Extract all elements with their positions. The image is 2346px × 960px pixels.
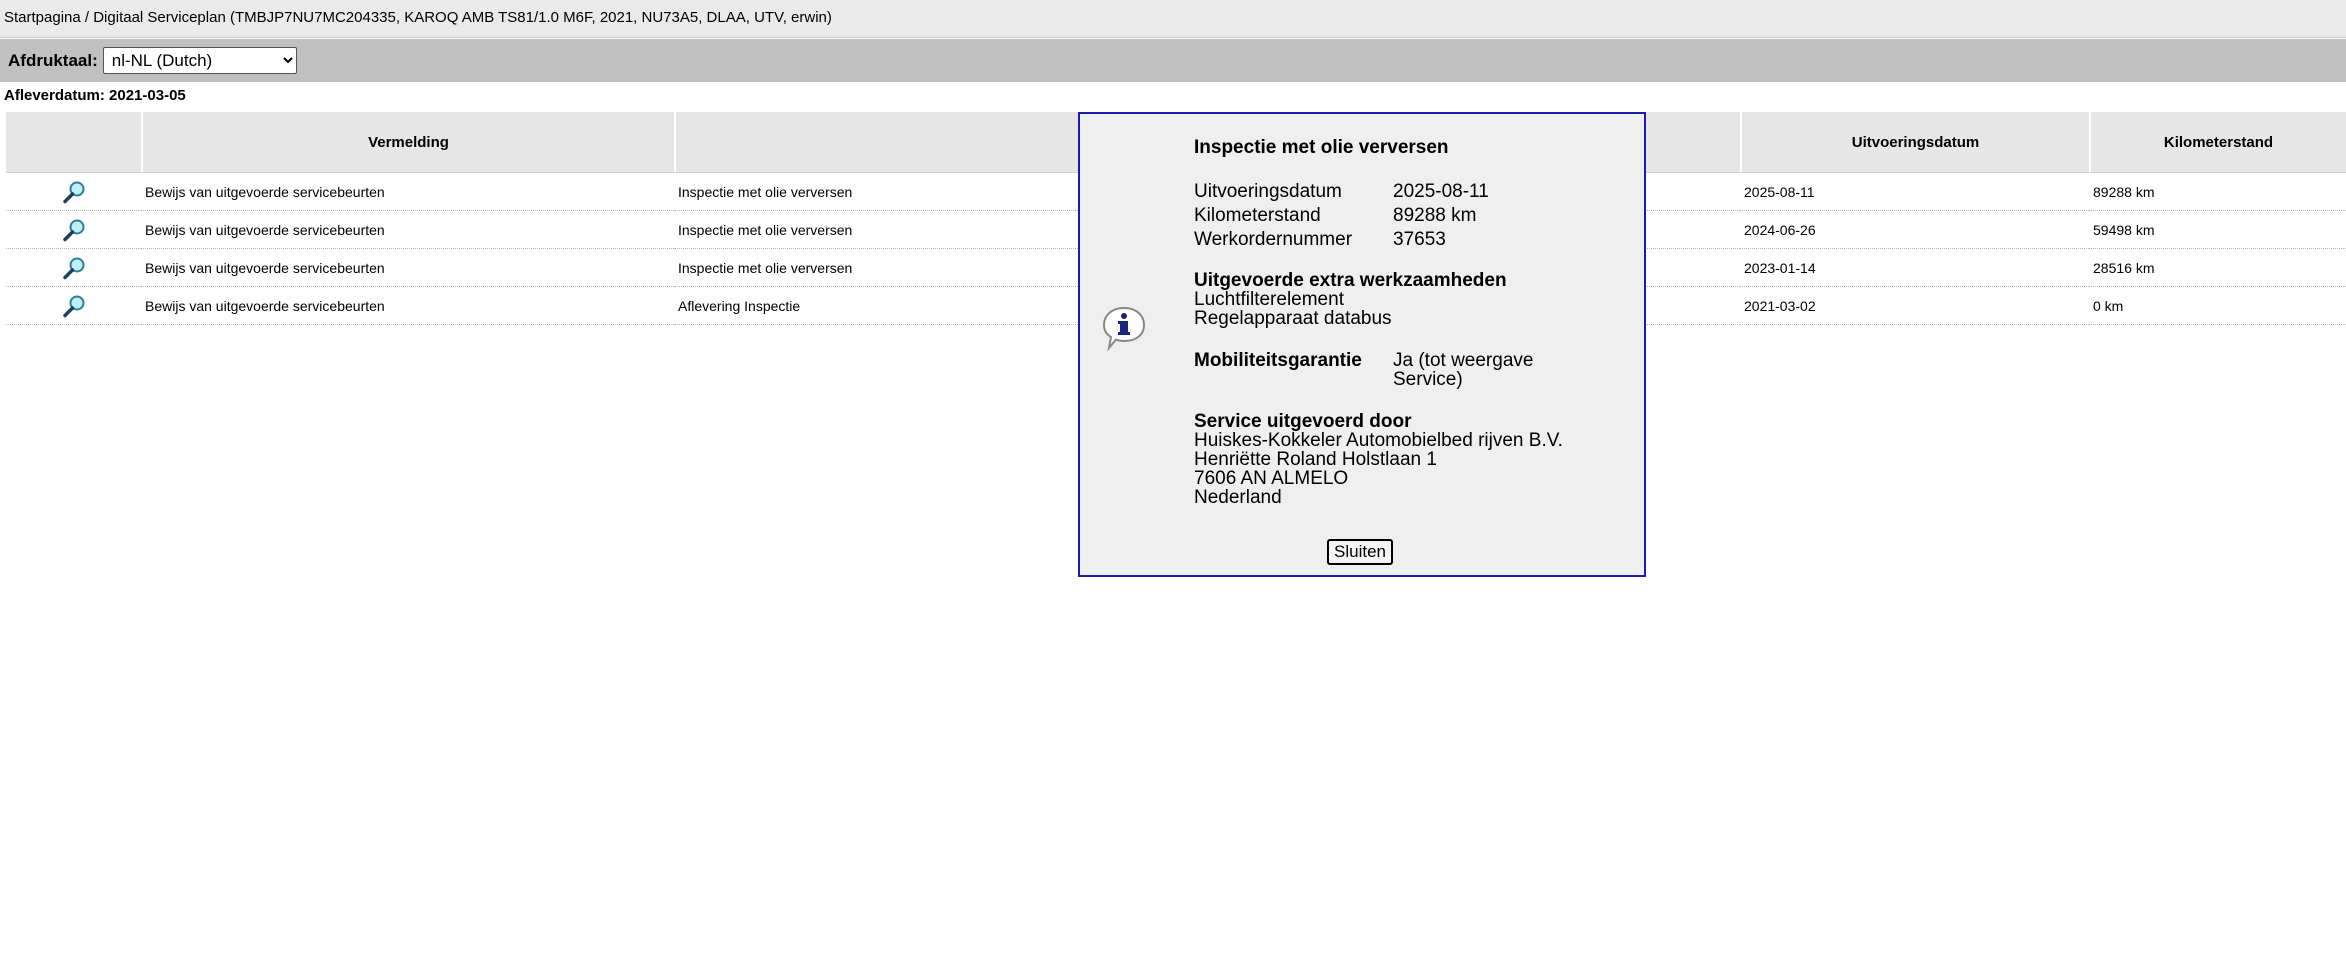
info-icon: [1102, 306, 1146, 352]
print-language-select[interactable]: nl-NL (Dutch): [102, 47, 297, 74]
popup-title: Inspectie met olie verversen: [1194, 137, 1449, 158]
row-vermelding: Bewijs van uitgevoerde servicebeurten: [141, 249, 674, 287]
service-by-section: Service uitgevoerd door Huiskes-Kokkeler…: [1194, 412, 1634, 507]
extra-work-title: Uitgevoerde extra werkzaamheden: [1194, 270, 1507, 291]
header-kilometerstand: Kilometerstand: [2089, 112, 2346, 173]
service-detail-popup: Inspectie met olie verversen Uitvoerings…: [1078, 112, 1646, 577]
row-uitvoeringsdatum: 2024-06-26: [1740, 211, 2089, 249]
close-button[interactable]: Sluiten: [1327, 539, 1393, 565]
service-by-line: 7606 AN ALMELO: [1194, 468, 1349, 489]
popup-field-werkordernummer: Werkordernummer 37653: [1194, 230, 1634, 249]
popup-field-uitvoeringsdatum: Uitvoeringsdatum 2025-08-11: [1194, 182, 1634, 201]
print-language-bar: Afdruktaal: nl-NL (Dutch): [0, 39, 2346, 82]
field-value: 37653: [1393, 229, 1446, 250]
row-kilometerstand: 28516 km: [2089, 249, 2346, 287]
service-by-title: Service uitgevoerd door: [1194, 411, 1412, 432]
magnifier-icon[interactable]: [60, 255, 88, 281]
row-details-cell: [6, 287, 141, 325]
mobility-section: Mobiliteitsgarantie Ja (tot weergave Ser…: [1194, 351, 1634, 389]
print-language-label: Afdruktaal:: [8, 50, 98, 70]
mobility-value: Ja (tot weergave Service): [1393, 350, 1534, 390]
row-uitvoeringsdatum: 2021-03-02: [1740, 287, 2089, 325]
mobility-label: Mobiliteitsgarantie: [1194, 350, 1362, 371]
delivery-date: Afleverdatum: 2021-03-05: [4, 87, 186, 104]
service-by-line: Henriëtte Roland Holstlaan 1: [1194, 449, 1437, 470]
header-vermelding: Vermelding: [141, 112, 674, 173]
row-details-cell: [6, 173, 141, 211]
field-label: Kilometerstand: [1194, 205, 1321, 226]
popup-field-kilometerstand: Kilometerstand 89288 km: [1194, 206, 1634, 225]
row-kilometerstand: 59498 km: [2089, 211, 2346, 249]
extra-work-item: Luchtfilterelement: [1194, 289, 1344, 310]
breadcrumb: Startpagina / Digitaal Serviceplan (TMBJ…: [0, 0, 2346, 38]
row-vermelding: Bewijs van uitgevoerde servicebeurten: [141, 211, 674, 249]
header-uitvoeringsdatum: Uitvoeringsdatum: [1740, 112, 2089, 173]
row-kilometerstand: 89288 km: [2089, 173, 2346, 211]
field-value: 89288 km: [1393, 205, 1477, 226]
field-label: Uitvoeringsdatum: [1194, 181, 1342, 202]
row-vermelding: Bewijs van uitgevoerde servicebeurten: [141, 173, 674, 211]
row-kilometerstand: 0 km: [2089, 287, 2346, 325]
service-by-line: Huiskes-Kokkeler Automobielbed rijven B.…: [1194, 430, 1563, 451]
magnifier-icon[interactable]: [60, 179, 88, 205]
row-details-cell: [6, 211, 141, 249]
extra-work-section: Uitgevoerde extra werkzaamheden Luchtfil…: [1194, 271, 1634, 328]
row-details-cell: [6, 249, 141, 287]
magnifier-icon[interactable]: [60, 217, 88, 243]
service-by-line: Nederland: [1194, 487, 1282, 508]
row-uitvoeringsdatum: 2025-08-11: [1740, 173, 2089, 211]
magnifier-icon[interactable]: [60, 293, 88, 319]
field-label: Werkordernummer: [1194, 229, 1353, 250]
row-vermelding: Bewijs van uitgevoerde servicebeurten: [141, 287, 674, 325]
extra-work-item: Regelapparaat databus: [1194, 308, 1392, 329]
row-uitvoeringsdatum: 2023-01-14: [1740, 249, 2089, 287]
field-value: 2025-08-11: [1393, 181, 1489, 202]
popup-fields: Uitvoeringsdatum 2025-08-11 Kilometersta…: [1194, 182, 1634, 249]
header-icon-column: [6, 112, 141, 173]
